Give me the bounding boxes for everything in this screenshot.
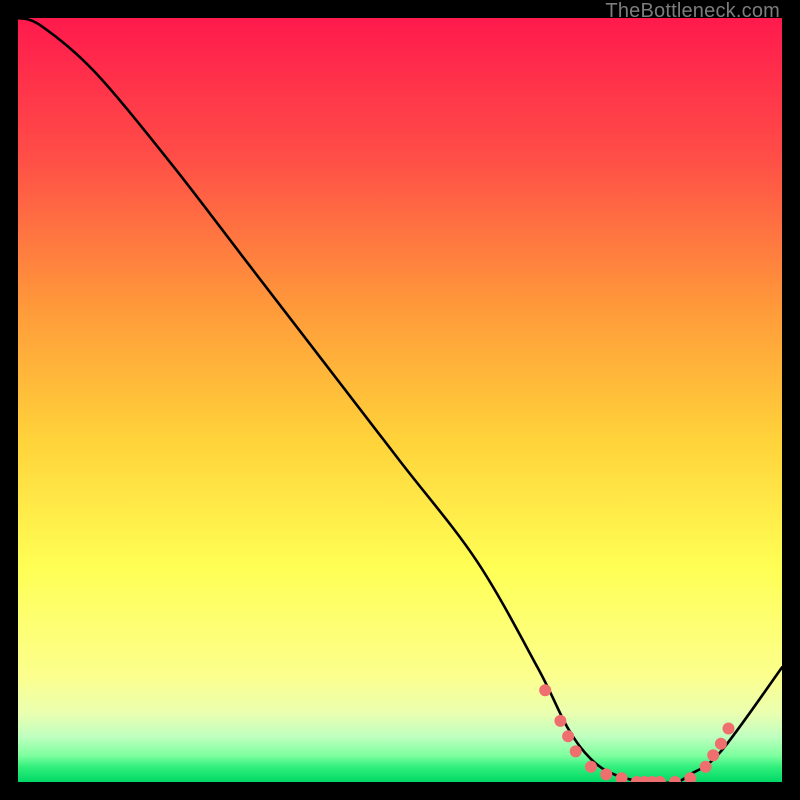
curve-marker (570, 745, 582, 757)
curve-marker (554, 715, 566, 727)
plot-area (18, 18, 782, 782)
curve-marker (669, 776, 681, 782)
curve-marker (723, 723, 735, 735)
curve-marker (684, 772, 696, 782)
curve-marker (600, 768, 612, 780)
curve-marker (562, 730, 574, 742)
chart-svg (18, 18, 782, 782)
curve-marker (715, 738, 727, 750)
curve-marker (616, 772, 628, 782)
chart-stage: TheBottleneck.com (0, 0, 800, 800)
curve-layer (18, 18, 782, 782)
marker-layer (539, 684, 734, 782)
attribution-text: TheBottleneck.com (605, 0, 780, 23)
curve-marker (707, 749, 719, 761)
curve-marker (654, 776, 666, 782)
curve-marker (539, 684, 551, 696)
bottleneck-curve (18, 18, 782, 782)
curve-marker (585, 761, 597, 773)
curve-marker (700, 761, 712, 773)
